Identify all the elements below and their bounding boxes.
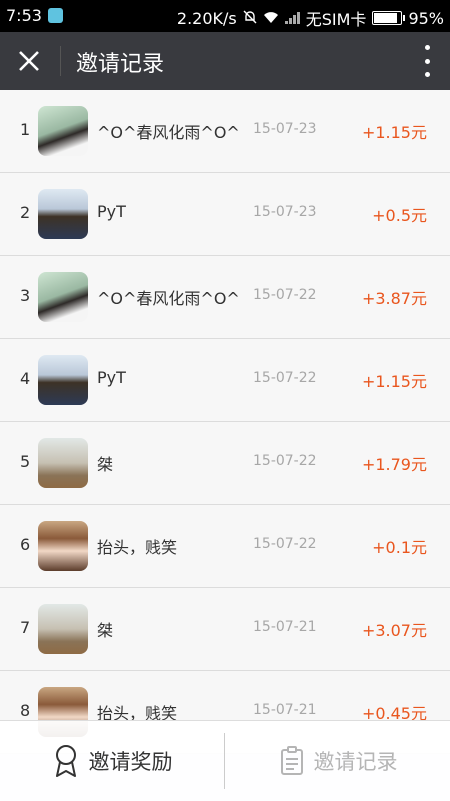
reward-amount: +0.1元: [372, 538, 427, 557]
more-button[interactable]: [422, 45, 432, 77]
avatar: [38, 106, 88, 156]
reward-amount: +1.15元: [361, 372, 427, 391]
more-vertical-icon: [424, 45, 430, 50]
more-dot: [424, 58, 430, 64]
rank-number: 3: [20, 286, 31, 305]
rank-number: 2: [20, 203, 31, 222]
tab-divider: [224, 733, 225, 789]
list-item[interactable]: 5 桀 15-07-22 +1.79元: [0, 422, 450, 505]
list-item[interactable]: 3 ^O^春风化雨^O^ 15-07-22 +3.87元: [0, 256, 450, 339]
rank-number: 8: [20, 701, 31, 720]
tab-invite-reward[interactable]: 邀请奖励: [0, 721, 225, 801]
reward-amount: +0.5元: [372, 206, 427, 225]
clipboard-icon: [280, 746, 303, 775]
list-item[interactable]: 7 桀 15-07-21 +3.07元: [0, 588, 450, 671]
avatar: [38, 604, 88, 654]
user-name: 桀: [97, 621, 114, 640]
avatar: [38, 521, 88, 571]
title-divider: [60, 46, 61, 76]
user-name: PyT: [97, 202, 126, 221]
carrier-label: 无SIM卡: [305, 10, 367, 29]
rank-number: 1: [20, 120, 31, 139]
rank-number: 7: [20, 618, 31, 637]
tab-label: 邀请奖励: [88, 750, 173, 774]
list-item[interactable]: 2 PyT 15-07-23 +0.5元: [0, 173, 450, 256]
avatar: [38, 189, 88, 239]
close-button[interactable]: [12, 44, 46, 78]
battery-percent: 95%: [408, 8, 444, 28]
avatar: [38, 438, 88, 488]
invite-date: 15-07-22: [253, 453, 317, 469]
page-title: 邀请记录: [76, 52, 165, 77]
status-bar: 7:53 2.20K/s 无SIM卡 95%: [0, 0, 450, 32]
invite-date: 15-07-21: [253, 702, 317, 718]
invite-date: 15-07-23: [253, 121, 317, 137]
invite-date: 15-07-22: [253, 370, 317, 386]
invite-date: 15-07-21: [253, 619, 317, 635]
close-icon: [19, 51, 39, 71]
alarm-off-icon: [243, 9, 257, 28]
invite-date: 15-07-23: [253, 204, 317, 220]
user-name: 抬头，贱笑: [97, 538, 178, 557]
rank-number: 4: [20, 369, 31, 388]
reward-amount: +1.15元: [361, 123, 427, 142]
app-icon: [48, 8, 63, 23]
battery-icon: [372, 11, 406, 25]
reward-amount: +3.87元: [361, 289, 427, 308]
status-right: 2.20K/s 无SIM卡 95%: [177, 6, 444, 30]
signal-icon: [284, 12, 300, 24]
rank-number: 5: [20, 452, 31, 471]
wifi-icon: [263, 9, 279, 28]
bottom-tab-bar: 邀请奖励 邀请记录: [0, 720, 450, 801]
tab-invite-records[interactable]: 邀请记录: [226, 721, 450, 801]
invite-record-list: 1 ^O^春风化雨^O^ 15-07-23 +1.15元 2 PyT 15-07…: [0, 90, 450, 754]
user-name: PyT: [97, 368, 126, 387]
reward-amount: +1.79元: [361, 455, 427, 474]
invite-date: 15-07-22: [253, 536, 317, 552]
reward-amount: +3.07元: [361, 621, 427, 640]
award-ribbon-icon: [55, 745, 76, 777]
network-speed: 2.20K/s: [176, 8, 237, 28]
list-item[interactable]: 4 PyT 15-07-22 +1.15元: [0, 339, 450, 422]
list-item[interactable]: 1 ^O^春风化雨^O^ 15-07-23 +1.15元: [0, 90, 450, 173]
title-bar: 邀请记录: [0, 32, 450, 90]
user-name: ^O^春风化雨^O^: [97, 123, 240, 142]
more-dot: [424, 72, 430, 77]
status-time: 7:53: [6, 6, 42, 25]
invite-date: 15-07-22: [253, 287, 317, 303]
tab-label: 邀请记录: [313, 750, 398, 774]
avatar: [38, 272, 88, 322]
rank-number: 6: [20, 535, 31, 554]
user-name: 桀: [97, 455, 114, 474]
user-name: ^O^春风化雨^O^: [97, 289, 240, 308]
avatar: [38, 355, 88, 405]
list-item[interactable]: 6 抬头，贱笑 15-07-22 +0.1元: [0, 505, 450, 588]
